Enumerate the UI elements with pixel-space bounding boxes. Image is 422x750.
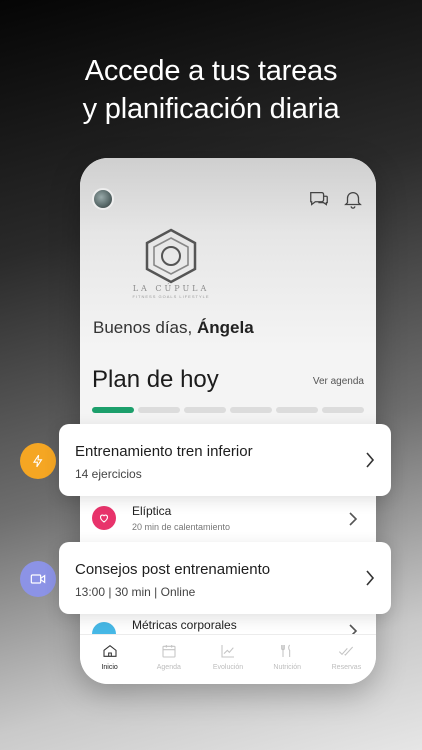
calendar-icon: [162, 645, 176, 658]
list-item[interactable]: Elíptica 20 min de calentamiento: [80, 496, 376, 542]
list-item-title: Elíptica: [132, 504, 172, 518]
chat-icon[interactable]: [308, 188, 330, 210]
nav-label: Evolución: [212, 664, 244, 671]
greeting-name: Ángela: [196, 318, 254, 337]
chevron-right-icon: [366, 570, 375, 586]
task-card-title: Entrenamiento tren inferior: [75, 443, 253, 460]
list-item-subtitle: 20 min de calentamiento: [132, 522, 231, 532]
utensils-icon: [281, 644, 291, 657]
brand-tagline: FITNESS GOALS LIFESTYLE: [132, 294, 210, 299]
headline-line-1: Accede a tus tareas: [84, 55, 338, 87]
nav-evolucion[interactable]: Evolución: [198, 635, 257, 684]
progress-segment: [322, 407, 364, 413]
lightning-icon: [20, 443, 56, 479]
nav-label: Inicio: [101, 664, 118, 671]
headline: Accede a tus tareas y planificación diar…: [0, 52, 422, 128]
nav-nutricion[interactable]: Nutrición: [258, 635, 317, 684]
task-card-subtitle: 13:00 | 30 min | Online: [75, 585, 196, 599]
nav-inicio[interactable]: Inicio: [80, 635, 139, 684]
nav-label: Reservas: [331, 664, 362, 671]
task-card-title: Consejos post entrenamiento: [75, 561, 271, 578]
home-icon: [103, 644, 117, 657]
progress-segment: [230, 407, 272, 413]
list-item-title: Métricas corporales: [132, 618, 237, 632]
greeting: Buenos días, Ángela: [93, 318, 254, 338]
avatar[interactable]: [92, 188, 114, 210]
task-card-subtitle: 14 ejercicios: [75, 467, 142, 481]
plan-title: Plan de hoy: [92, 366, 219, 393]
video-icon: [20, 561, 56, 597]
bottom-nav: Inicio Agenda Evolución Nutrición Reserv…: [80, 634, 376, 684]
headline-line-2: y planificación diaria: [82, 93, 340, 125]
plan-progress: [92, 407, 364, 413]
chevron-right-icon: [349, 512, 358, 526]
progress-segment: [276, 407, 318, 413]
chart-icon: [221, 645, 234, 658]
nav-label: Agenda: [156, 664, 181, 671]
list-item[interactable]: Métricas corporales: [80, 614, 376, 646]
greeting-prefix: Buenos días,: [93, 318, 193, 337]
chevron-right-icon: [366, 452, 375, 468]
progress-segment: [138, 407, 180, 413]
checks-icon: [339, 646, 354, 656]
progress-segment: [92, 407, 134, 413]
brand-name: LA CÚPULA: [132, 284, 210, 293]
task-card[interactable]: Entrenamiento tren inferior 14 ejercicio…: [59, 424, 391, 496]
task-card[interactable]: Consejos post entrenamiento 13:00 | 30 m…: [59, 542, 391, 614]
heart-icon: [92, 506, 116, 530]
bell-icon[interactable]: [342, 188, 364, 210]
nav-agenda[interactable]: Agenda: [139, 635, 198, 684]
nav-label: Nutrición: [273, 664, 302, 671]
view-agenda-link[interactable]: Ver agenda: [313, 376, 364, 387]
nav-reservas[interactable]: Reservas: [317, 635, 376, 684]
progress-segment: [184, 407, 226, 413]
